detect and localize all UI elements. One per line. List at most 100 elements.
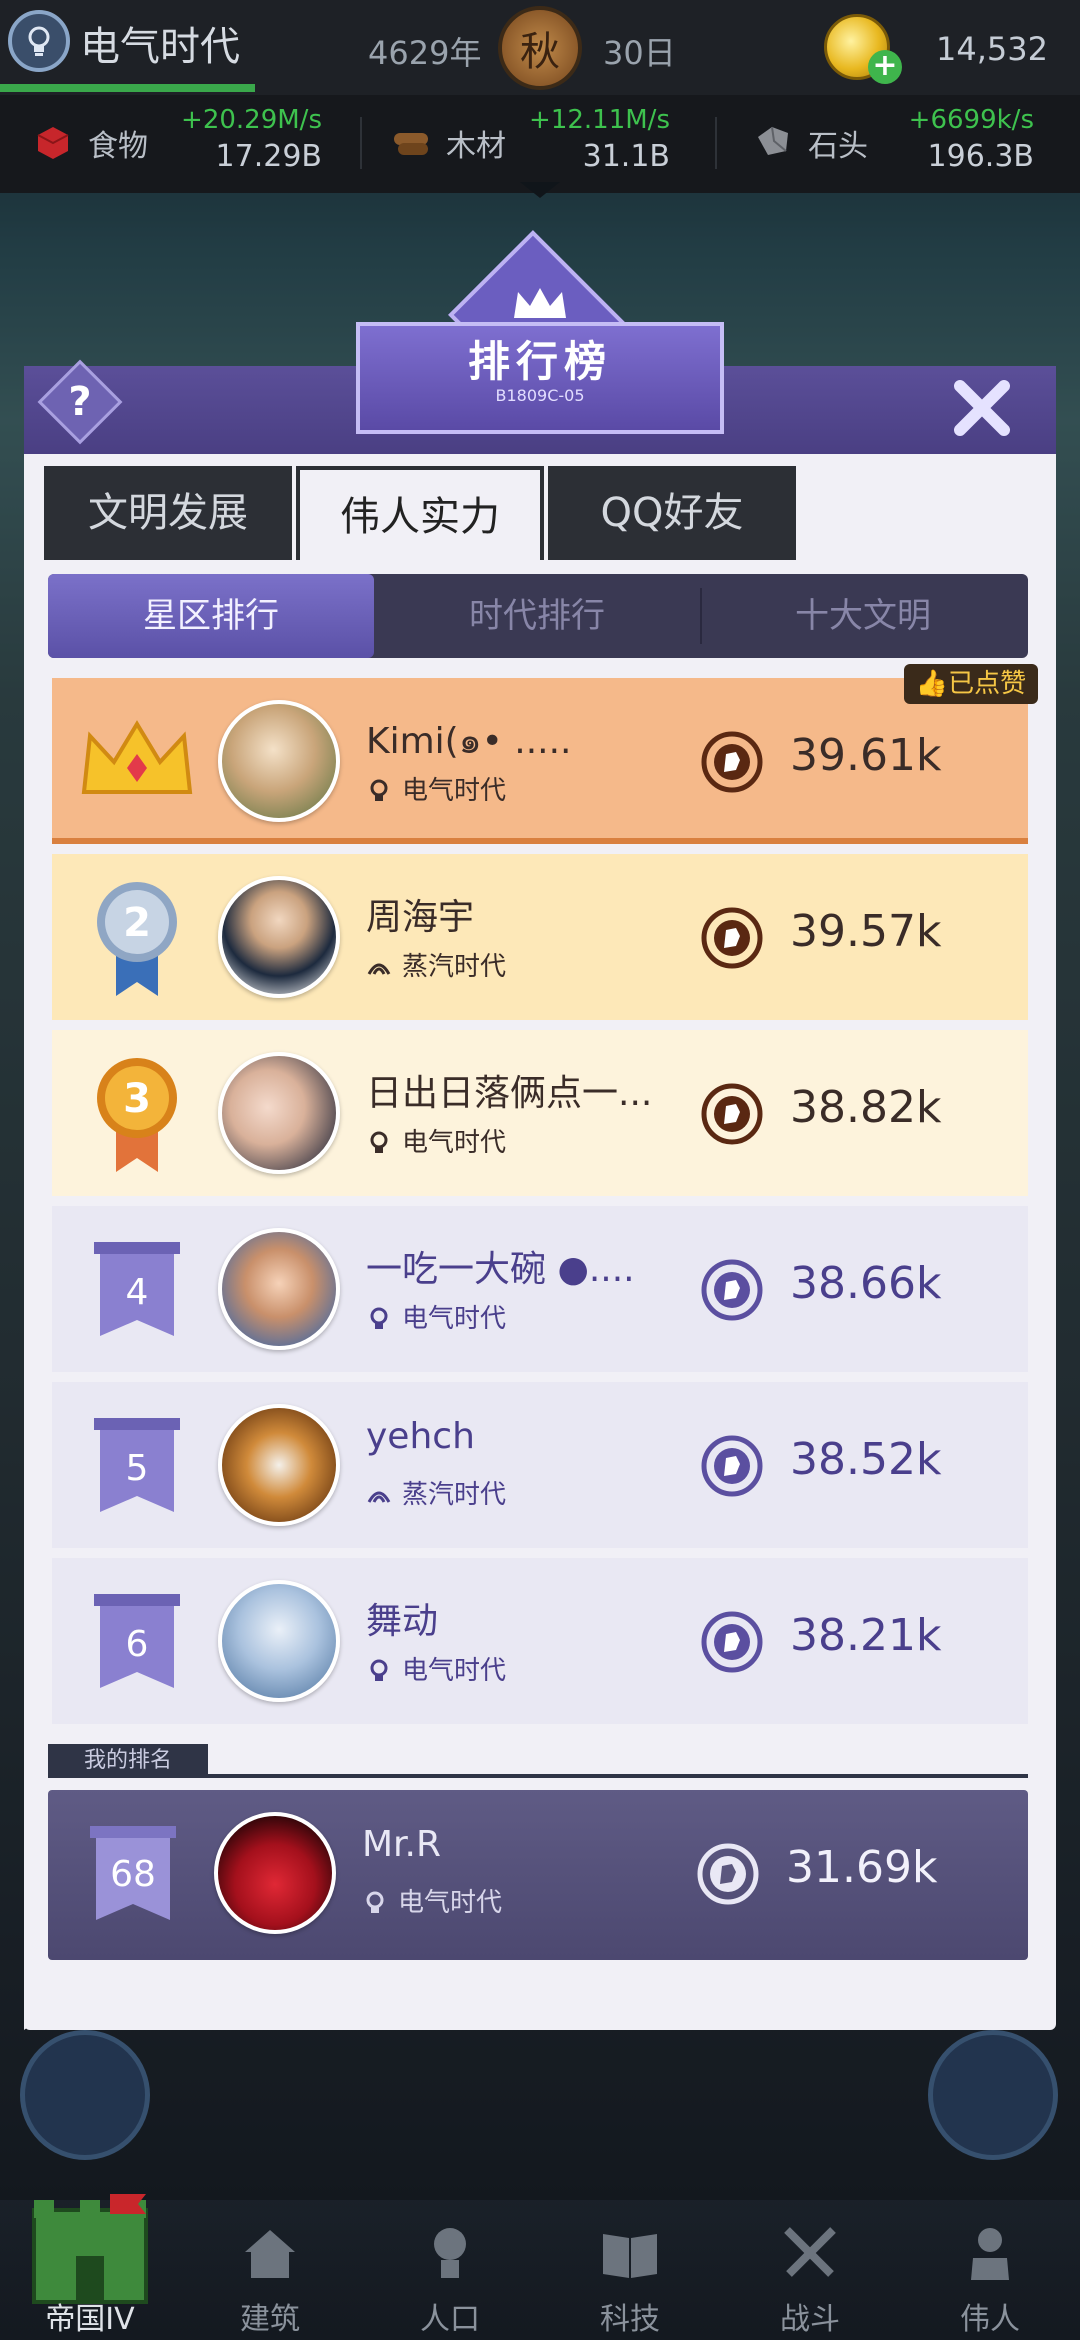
player-name: 舞动 <box>366 1601 439 1642</box>
subtab-star-zone[interactable]: 星区排行 <box>48 574 374 658</box>
medal-icon: 3 <box>97 1058 177 1172</box>
avatar[interactable] <box>218 876 340 998</box>
player-era: 电气时代 <box>362 1882 502 1919</box>
avatar[interactable] <box>218 700 340 822</box>
nav-population[interactable]: 人口 <box>370 2200 530 2340</box>
resource-total: 196.3B <box>927 139 1034 174</box>
power-value: 38.66k <box>790 1258 942 1309</box>
resource-rate: +6699k/s <box>908 105 1034 135</box>
nav-label: 人口 <box>420 2302 480 2337</box>
era-progress-bar <box>0 84 255 92</box>
resource-stone[interactable]: 石头 +6699k/s 196.3B <box>752 95 1034 193</box>
power-icon <box>701 1083 763 1145</box>
avatar[interactable] <box>218 1404 340 1526</box>
tab-great-people-power[interactable]: 伟人实力 <box>296 466 544 560</box>
player-era: 电气时代 <box>366 770 506 807</box>
thumbs-up-icon: 👍 <box>915 669 949 699</box>
power-icon <box>701 1259 763 1321</box>
rank-number: 3 <box>123 1076 151 1122</box>
ranking-row[interactable]: 5 yehch 蒸汽时代 38.52k <box>52 1382 1028 1548</box>
crown-rank-icon <box>81 720 193 794</box>
raccoon-button[interactable] <box>928 2030 1058 2160</box>
divider <box>360 117 362 169</box>
resource-rate: +20.29M/s <box>181 105 322 135</box>
ranking-row[interactable]: 4 一吃一大碗 ●.... 电气时代 38.66k <box>52 1206 1028 1372</box>
power-value: 38.21k <box>790 1610 942 1661</box>
medal-icon: 2 <box>97 882 177 996</box>
steam-icon <box>367 963 391 975</box>
lightbulb-icon <box>28 26 50 56</box>
question-mark-icon: ? <box>68 379 92 425</box>
house-icon <box>245 2230 295 2278</box>
power-icon <box>701 907 763 969</box>
nav-label: 科技 <box>600 2302 660 2337</box>
player-era: 蒸汽时代 <box>366 946 506 983</box>
expand-resources-caret[interactable] <box>520 182 560 198</box>
bottom-navigation: 帝国IV 建筑 人口 科技 战斗 伟人 <box>0 2194 1080 2340</box>
player-era: 蒸汽时代 <box>366 1474 506 1511</box>
nav-great-people[interactable]: 伟人 <box>910 2200 1070 2340</box>
ranking-row[interactable]: 6 舞动 电气时代 38.21k <box>52 1558 1028 1724</box>
rank-number: 2 <box>123 900 151 946</box>
resource-name: 石头 <box>808 129 868 164</box>
power-value: 39.57k <box>790 906 942 957</box>
crossed-swords-icon <box>784 2227 836 2277</box>
player-name: Kimi(๑• ..... <box>366 721 572 762</box>
lightbulb-icon <box>370 779 388 801</box>
dialog-title: 排行榜 <box>467 337 612 386</box>
sub-tabs: 星区排行 时代排行 十大文明 <box>48 574 1028 658</box>
power-icon <box>701 1611 763 1673</box>
player-era: 电气时代 <box>366 1650 506 1687</box>
book-icon <box>603 2234 657 2278</box>
player-name: 周海宇 <box>366 897 475 938</box>
avatar[interactable] <box>218 1580 340 1702</box>
power-value: 39.61k <box>790 730 942 781</box>
nav-technology[interactable]: 科技 <box>550 2200 710 2340</box>
tab-qq-friends[interactable]: QQ好友 <box>548 466 796 560</box>
close-icon[interactable] <box>946 372 1018 444</box>
my-rank-row[interactable]: 68 Mr.R 电气时代 31.69k <box>48 1790 1028 1960</box>
ranking-row[interactable]: 3 日出日落俩点一... 电气时代 38.82k <box>52 1030 1028 1196</box>
subtab-top-ten[interactable]: 十大文明 <box>700 574 1026 658</box>
ranking-row[interactable]: Kimi(๑• ..... 电气时代 39.61k <box>52 678 1028 844</box>
year-display: 4629年 <box>368 34 482 72</box>
player-name: yehch <box>366 1416 475 1457</box>
ranking-row[interactable]: 2 周海宇 蒸汽时代 39.57k <box>52 854 1028 1020</box>
nav-label: 伟人 <box>960 2302 1020 2337</box>
liked-text: 已点赞 <box>948 669 1027 699</box>
resource-food[interactable]: 食物 +20.29M/s 17.29B <box>32 95 322 193</box>
player-era: 电气时代 <box>366 1298 506 1335</box>
add-coins-button[interactable]: + <box>868 50 902 84</box>
avatar[interactable] <box>218 1228 340 1350</box>
subtab-era[interactable]: 时代排行 <box>374 574 700 658</box>
nav-battle[interactable]: 战斗 <box>730 2200 890 2340</box>
rank-flag-icon: 68 <box>90 1826 176 1920</box>
era-label: 电气时代 <box>402 776 507 806</box>
era-label: 蒸汽时代 <box>402 952 507 982</box>
nav-empire[interactable]: 帝国IV <box>10 2194 170 2340</box>
era-icon[interactable] <box>8 10 70 72</box>
avatar[interactable] <box>214 1812 336 1934</box>
steam-icon <box>367 1491 391 1503</box>
avatar[interactable] <box>218 1052 340 1174</box>
bust-icon <box>971 2228 1009 2280</box>
lightbulb-icon <box>370 1659 388 1681</box>
nav-buildings[interactable]: 建筑 <box>190 2200 350 2340</box>
resource-wood[interactable]: 木材 +12.11M/s 31.1B <box>390 95 670 193</box>
player-name: Mr.R <box>362 1824 442 1865</box>
advisor-button[interactable] <box>20 2030 150 2160</box>
lightbulb-icon <box>370 1307 388 1329</box>
resource-rate: +12.11M/s <box>529 105 670 135</box>
player-era: 电气时代 <box>366 1122 506 1159</box>
rank-number: 4 <box>126 1272 149 1313</box>
nav-label: 建筑 <box>240 2302 300 2337</box>
nav-label: 战斗 <box>780 2302 840 2337</box>
coin-count: 14,532 <box>936 30 1048 68</box>
day-display: 30日 <box>603 34 676 72</box>
person-icon <box>434 2228 466 2278</box>
rank-flag-icon: 4 <box>94 1242 180 1336</box>
power-icon <box>701 1435 763 1497</box>
wood-icon <box>394 133 428 155</box>
era-name: 电气时代 <box>80 24 240 70</box>
tab-civilization[interactable]: 文明发展 <box>44 466 292 560</box>
